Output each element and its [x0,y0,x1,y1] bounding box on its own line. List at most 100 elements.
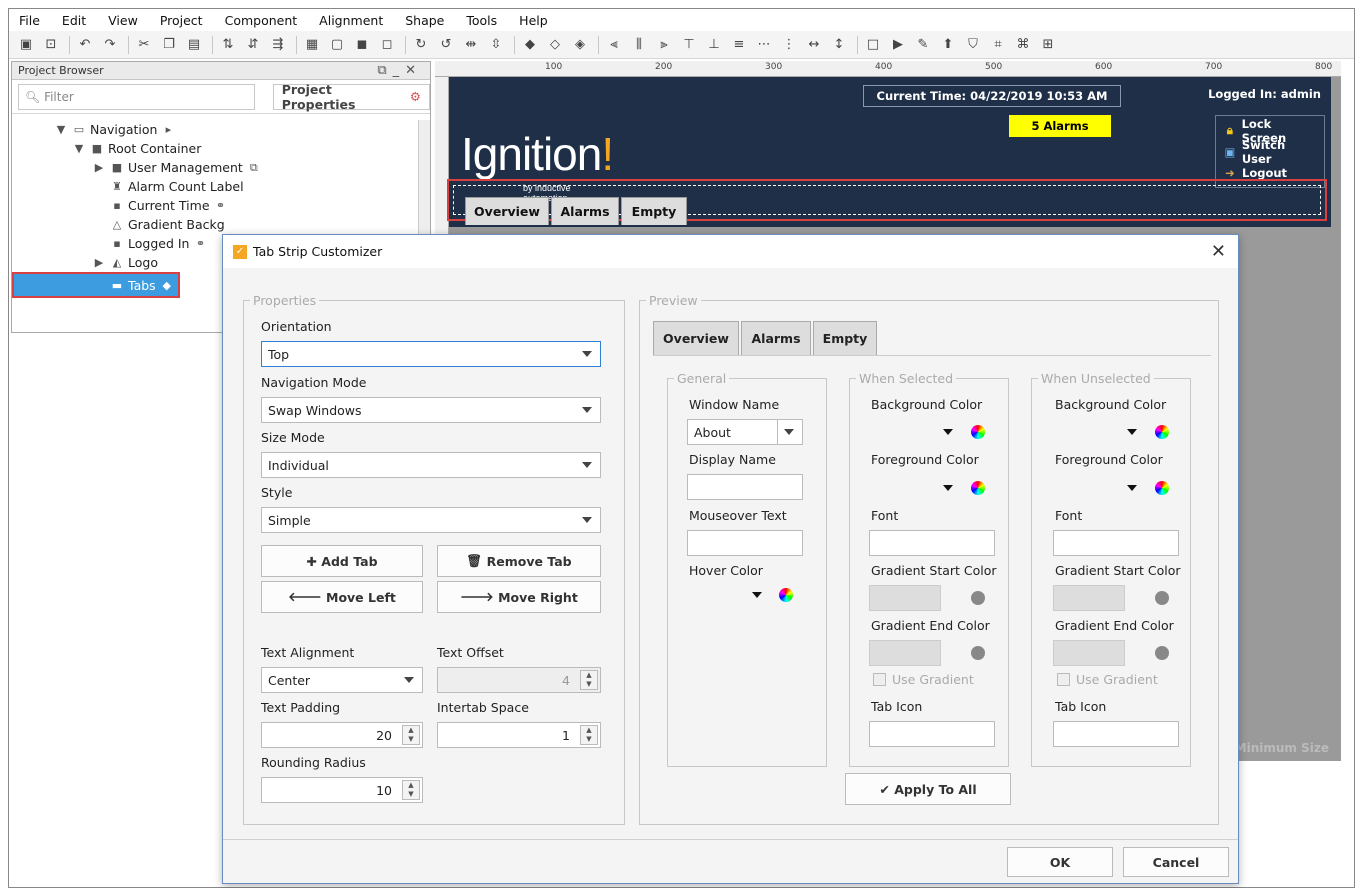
size-mode-select[interactable]: Individual [261,452,601,478]
remove-tab-button[interactable]: 🗑︎ Remove Tab [437,545,601,577]
selected-tab-icon-input[interactable] [869,721,995,747]
distribute-v-icon[interactable]: ⋮ [778,34,800,56]
back-icon[interactable]: ◻ [376,34,398,56]
zoom-fit-icon[interactable]: ⌗ [987,34,1009,56]
unselected-font-input[interactable] [1053,530,1179,556]
close-icon[interactable]: ✕ [1211,241,1226,262]
color-wheel-icon[interactable] [971,425,985,439]
rounding-radius-spinner[interactable]: 10 ▲ ▼ [261,777,423,803]
align-center-icon[interactable]: ⫼ [628,34,650,56]
save-icon[interactable]: ▣ [15,34,37,56]
selected-font-input[interactable] [869,530,995,556]
front-icon[interactable]: ◼ [351,34,373,56]
preview-play-icon[interactable]: ▶ [887,34,909,56]
canvas-tab-empty[interactable]: Empty [621,197,687,225]
shape-diff-icon[interactable]: ◇ [544,34,566,56]
shield-icon[interactable]: ⛉ [962,34,984,56]
ungroup-icon[interactable]: ▢ [326,34,348,56]
group-icon[interactable]: ▦ [301,34,323,56]
expand-icon[interactable]: ▼ [54,123,68,136]
tree-item-root-container[interactable]: ▼ ■ Root Container [12,139,418,158]
zoom-window-icon[interactable]: ⊞ [1037,34,1059,56]
color-wheel-icon[interactable] [971,481,985,495]
unselected-tab-icon-input[interactable] [1053,721,1179,747]
undo-icon[interactable]: ↶ [74,34,96,56]
distribute-icon[interactable]: ⋯ [753,34,775,56]
menu-edit[interactable]: Edit [62,13,86,28]
nav-mode-select[interactable]: Swap Windows [261,397,601,423]
tree-item-user-management[interactable]: ▶ ■ User Management ⧉ [12,158,418,177]
wrench-icon[interactable]: ✎ [912,34,934,56]
panel-controls[interactable]: ⧉_✕ [377,63,430,78]
add-tab-button[interactable]: ✚ Add Tab [261,545,423,577]
switch-user-button[interactable]: ▣ Switch User [1222,138,1318,166]
same-height-icon[interactable]: ↕ [828,34,850,56]
align-right-icon[interactable]: ⫸ [653,34,675,56]
align-icon[interactable]: ⇶ [267,34,289,56]
spinner-arrows-icon[interactable]: ▲ ▼ [402,780,420,800]
layout-icon[interactable]: ⇵ [242,34,264,56]
rotate-left-icon[interactable]: ↺ [435,34,457,56]
collapse-icon[interactable]: ▶ [92,256,106,269]
preview-tab-alarms[interactable]: Alarms [741,321,811,355]
project-properties-button[interactable]: Project Properties ⚙ [272,82,430,112]
tree-item-tabs[interactable]: ▬ Tabs ◆ [12,272,180,298]
filter-input[interactable]: 🔍︎ Filter [18,83,255,110]
cut-icon[interactable]: ✂ [133,34,155,56]
menu-view[interactable]: View [108,13,138,28]
text-padding-spinner[interactable]: 20 ▲ ▼ [261,722,423,748]
menu-project[interactable]: Project [160,13,203,28]
hover-color-dropdown[interactable] [752,592,762,598]
apply-to-all-button[interactable]: ✔ Apply To All [845,773,1011,805]
selected-bg-color-dropdown[interactable] [943,429,953,435]
spinner-arrows-icon[interactable]: ▲ ▼ [402,725,420,745]
flip-v-icon[interactable]: ⇳ [485,34,507,56]
color-wheel-icon[interactable] [1155,481,1169,495]
save-all-icon[interactable]: ⊡ [40,34,62,56]
redo-icon[interactable]: ↷ [99,34,121,56]
align-bottom-icon[interactable]: ≡ [728,34,750,56]
display-name-input[interactable] [687,474,803,500]
align-middle-icon[interactable]: ⊥ [703,34,725,56]
shape-intersect-icon[interactable]: ◈ [569,34,591,56]
menu-component[interactable]: Component [225,13,298,28]
preview-tab-overview[interactable]: Overview [653,321,739,355]
orientation-select[interactable]: Top [261,341,601,367]
publish-icon[interactable]: ⬆ [937,34,959,56]
snap-icon[interactable]: ⇅ [217,34,239,56]
align-top-icon[interactable]: ⊤ [678,34,700,56]
collapse-icon[interactable]: ▶ [92,161,106,174]
selected-fg-color-dropdown[interactable] [943,485,953,491]
paste-icon[interactable]: ▤ [183,34,205,56]
mouseover-text-input[interactable] [687,530,803,556]
same-width-icon[interactable]: ↔ [803,34,825,56]
menu-alignment[interactable]: Alignment [319,13,383,28]
zoom-actual-icon[interactable]: ⌘ [1012,34,1034,56]
menu-tools[interactable]: Tools [466,13,497,28]
color-wheel-icon[interactable] [779,588,793,602]
move-left-button[interactable]: 🡐 Move Left [261,581,423,613]
menu-shape[interactable]: Shape [405,13,444,28]
shape-union-icon[interactable]: ◆ [519,34,541,56]
unselected-bg-color-dropdown[interactable] [1127,429,1137,435]
canvas-tab-alarms[interactable]: Alarms [551,197,619,225]
intertab-space-spinner[interactable]: 1 ▲ ▼ [437,722,601,748]
move-right-button[interactable]: 🡒 Move Right [437,581,601,613]
ok-button[interactable]: OK [1007,847,1113,877]
align-left-icon[interactable]: ⫷ [603,34,625,56]
text-alignment-select[interactable]: Center [261,667,423,693]
menu-file[interactable]: File [19,13,40,28]
copy-icon[interactable]: ❐ [158,34,180,56]
tree-item-gradient[interactable]: △ Gradient Backg [12,215,418,234]
preview-tab-empty[interactable]: Empty [813,321,877,355]
unselected-fg-color-dropdown[interactable] [1127,485,1137,491]
color-wheel-icon[interactable] [1155,425,1169,439]
spinner-arrows-icon[interactable]: ▲ ▼ [580,725,598,745]
tree-item-navigation[interactable]: ▼ ▭ Navigation ▸ [12,120,418,139]
canvas-tab-overview[interactable]: Overview [465,197,549,225]
tree-item-current-time[interactable]: ▪ Current Time ⚭ [12,196,418,215]
rotate-right-icon[interactable]: ↻ [410,34,432,56]
menu-help[interactable]: Help [519,13,548,28]
window-icon[interactable]: □ [862,34,884,56]
cancel-button[interactable]: Cancel [1123,847,1229,877]
